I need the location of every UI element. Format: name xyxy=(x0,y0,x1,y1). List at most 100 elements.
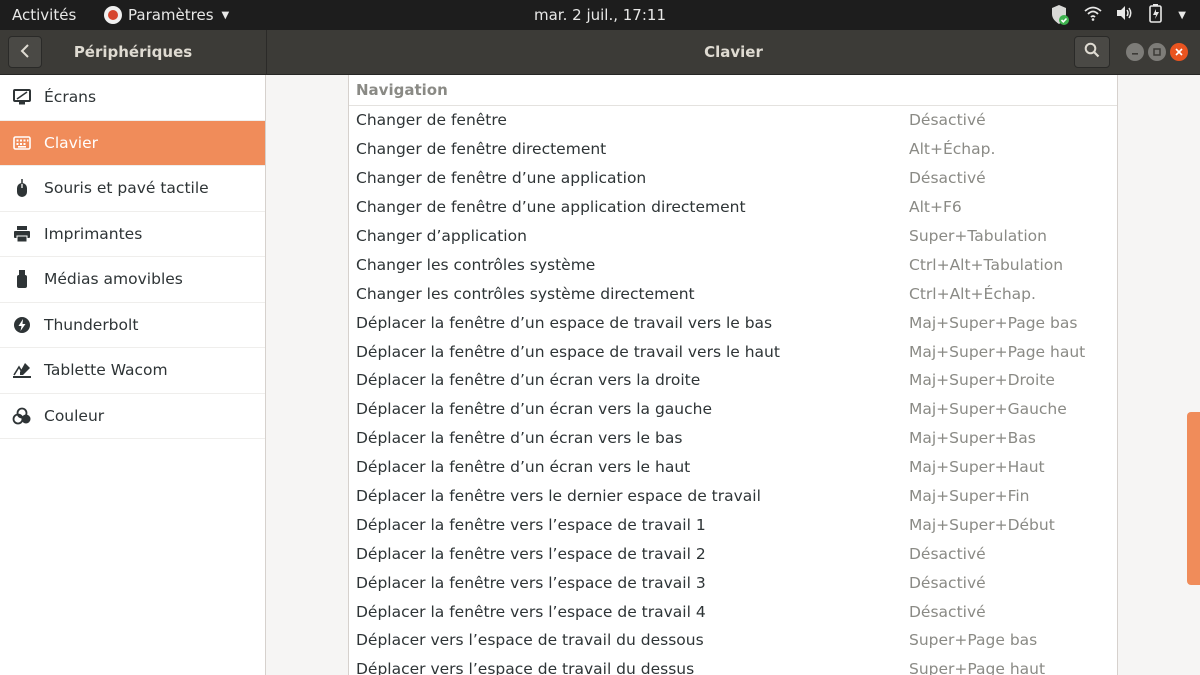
shortcut-name: Changer de fenêtre directement xyxy=(356,140,607,159)
shortcut-name: Déplacer la fenêtre d’un écran vers le h… xyxy=(356,458,691,477)
shortcut-row[interactable]: Changer les contrôles système directemen… xyxy=(349,279,1117,308)
sidebar-item-label: Écrans xyxy=(44,88,97,107)
shortcut-name: Changer les contrôles système xyxy=(356,255,596,274)
shortcut-row[interactable]: Déplacer la fenêtre d’un écran vers la g… xyxy=(349,395,1117,424)
chevron-down-icon: ▼ xyxy=(221,9,230,21)
shortcut-row[interactable]: Déplacer la fenêtre d’un espace de trava… xyxy=(349,337,1117,366)
shortcut-name: Déplacer la fenêtre vers le dernier espa… xyxy=(356,487,761,506)
color-icon xyxy=(12,406,32,426)
shortcut-row[interactable]: Déplacer la fenêtre vers l’espace de tra… xyxy=(349,510,1117,539)
shortcut-accelerator: Super+Tabulation xyxy=(909,227,1047,245)
sidebar: Écrans Clavier Souris et pavé tactile Im… xyxy=(0,75,266,675)
shortcut-accelerator: Maj+Super+Bas xyxy=(909,429,1036,448)
shortcut-row[interactable]: Changer d’application Super+Tabulation xyxy=(349,222,1117,251)
shortcut-name: Déplacer la fenêtre d’un espace de trava… xyxy=(356,342,780,361)
top-bar: Activités Paramètres ▼ mar. 2 juil., 17:… xyxy=(0,0,1200,30)
sidebar-item-label: Clavier xyxy=(44,133,99,152)
header-bar: Périphériques Clavier xyxy=(0,30,1200,75)
shortcut-row[interactable]: Changer de fenêtre directement Alt+Échap. xyxy=(349,135,1117,164)
sidebar-item-label: Tablette Wacom xyxy=(44,361,168,380)
battery-charging-icon[interactable] xyxy=(1148,3,1164,27)
shortcut-accelerator: Super+Page haut xyxy=(909,660,1046,675)
shortcut-accelerator: Désactivé xyxy=(909,544,986,563)
tablet-icon xyxy=(12,360,32,380)
search-icon xyxy=(1084,42,1100,62)
shortcut-name: Changer les contrôles système directemen… xyxy=(356,284,695,303)
wifi-icon[interactable] xyxy=(1084,5,1102,25)
shortcut-accelerator: Maj+Super+Fin xyxy=(909,487,1030,506)
shortcut-accelerator: Maj+Super+Page haut xyxy=(909,342,1086,361)
shortcut-row[interactable]: Déplacer la fenêtre vers l’espace de tra… xyxy=(349,597,1117,626)
shortcuts-list: Navigation Changer de fenêtre Désactivé Ch… xyxy=(348,75,1118,675)
keyboard-icon xyxy=(12,133,32,153)
shortcut-row[interactable]: Déplacer vers l’espace de travail du des… xyxy=(349,626,1117,655)
shortcut-row[interactable]: Déplacer la fenêtre vers le dernier espa… xyxy=(349,482,1117,511)
shortcut-name: Déplacer la fenêtre d’un écran vers la g… xyxy=(356,400,713,419)
shortcut-row[interactable]: Déplacer la fenêtre d’un espace de trava… xyxy=(349,308,1117,337)
shortcut-name: Déplacer la fenêtre d’un écran vers la d… xyxy=(356,371,701,390)
sidebar-item-thunderbolt[interactable]: Thunderbolt xyxy=(0,303,265,348)
shortcut-row[interactable]: Changer de fenêtre d’une application Désa… xyxy=(349,164,1117,193)
sidebar-item-label: Souris et pavé tactile xyxy=(44,179,209,198)
shortcut-row[interactable]: Déplacer la fenêtre vers l’espace de tra… xyxy=(349,539,1117,568)
shortcut-name: Déplacer la fenêtre d’un écran vers le b… xyxy=(356,429,683,448)
shortcut-name: Changer d’application xyxy=(356,227,527,245)
shortcut-row[interactable]: Déplacer la fenêtre d’un écran vers le h… xyxy=(349,453,1117,482)
shortcut-name: Déplacer la fenêtre vers l’espace de tra… xyxy=(356,515,706,534)
shortcut-name: Changer de fenêtre d’une application xyxy=(356,169,647,188)
shortcut-row[interactable]: Déplacer la fenêtre d’un écran vers le b… xyxy=(349,424,1117,453)
printer-icon xyxy=(12,224,32,244)
sidebar-item-medias-amovibles[interactable]: Médias amovibles xyxy=(0,257,265,303)
shortcut-accelerator: Désactivé xyxy=(909,573,986,592)
system-menu-chevron-down-icon[interactable]: ▼ xyxy=(1178,10,1186,21)
window-controls xyxy=(1126,43,1188,61)
shortcut-accelerator: Ctrl+Alt+Échap. xyxy=(909,284,1036,303)
shortcut-row[interactable]: Déplacer la fenêtre vers l’espace de tra… xyxy=(349,568,1117,597)
sidebar-item-ecrans[interactable]: Écrans xyxy=(0,75,265,121)
app-menu-label: Paramètres xyxy=(128,6,214,24)
sidebar-item-tablette-wacom[interactable]: Tablette Wacom xyxy=(0,348,265,394)
maximize-button[interactable] xyxy=(1148,43,1166,61)
shortcut-accelerator: Désactivé xyxy=(909,111,986,130)
shortcut-accelerator: Maj+Super+Début xyxy=(909,515,1055,534)
shortcuts-panel: Navigation Changer de fenêtre Désactivé Ch… xyxy=(267,75,1200,675)
shortcut-row[interactable]: Déplacer la fenêtre d’un écran vers la d… xyxy=(349,366,1117,395)
shortcut-row[interactable]: Changer les contrôles système Ctrl+Alt+Ta… xyxy=(349,250,1117,279)
mouse-icon xyxy=(12,178,32,198)
shortcut-accelerator: Alt+F6 xyxy=(909,198,962,217)
sidebar-item-souris[interactable]: Souris et pavé tactile xyxy=(0,166,265,212)
shortcut-name: Déplacer la fenêtre d’un espace de trava… xyxy=(356,313,773,332)
shortcut-row[interactable]: Changer de fenêtre d’une application dir… xyxy=(349,193,1117,222)
shortcut-name: Changer de fenêtre xyxy=(356,111,507,130)
thunderbolt-icon xyxy=(12,315,32,335)
section-header: Navigation xyxy=(349,75,1117,106)
shortcut-row[interactable]: Déplacer vers l’espace de travail du des… xyxy=(349,655,1117,675)
shortcut-accelerator: Super+Page bas xyxy=(909,631,1038,650)
volume-icon[interactable] xyxy=(1116,5,1134,25)
settings-app-icon xyxy=(104,6,122,24)
minimize-button[interactable] xyxy=(1126,43,1144,61)
shortcut-accelerator: Désactivé xyxy=(909,169,986,188)
sidebar-item-imprimantes[interactable]: Imprimantes xyxy=(0,212,265,257)
scrollbar-indicator[interactable] xyxy=(1187,412,1200,585)
sidebar-item-label: Thunderbolt xyxy=(44,315,139,334)
clock[interactable]: mar. 2 juil., 17:11 xyxy=(534,6,666,24)
sidebar-item-couleur[interactable]: Couleur xyxy=(0,394,265,439)
display-icon xyxy=(12,87,32,107)
shortcut-accelerator: Maj+Super+Gauche xyxy=(909,400,1067,419)
shield-icon[interactable] xyxy=(1050,4,1070,26)
close-button[interactable] xyxy=(1170,43,1188,61)
system-tray[interactable]: ▼ xyxy=(1050,4,1186,26)
sidebar-item-clavier[interactable]: Clavier xyxy=(0,120,265,166)
sidebar-item-label: Imprimantes xyxy=(44,224,143,243)
page-title: Clavier xyxy=(704,43,763,61)
sidebar-item-label: Médias amovibles xyxy=(44,270,183,289)
search-button[interactable] xyxy=(1074,36,1110,68)
shortcut-row[interactable]: Changer de fenêtre Désactivé xyxy=(349,106,1117,135)
shortcut-accelerator: Alt+Échap. xyxy=(909,140,996,159)
app-menu[interactable]: Paramètres ▼ xyxy=(104,6,229,24)
shortcut-name: Déplacer la fenêtre vers l’espace de tra… xyxy=(356,602,706,621)
activities-button[interactable]: Activités xyxy=(12,6,76,24)
shortcut-name: Déplacer la fenêtre vers l’espace de tra… xyxy=(356,544,706,563)
sidebar-item-label: Couleur xyxy=(44,406,105,425)
